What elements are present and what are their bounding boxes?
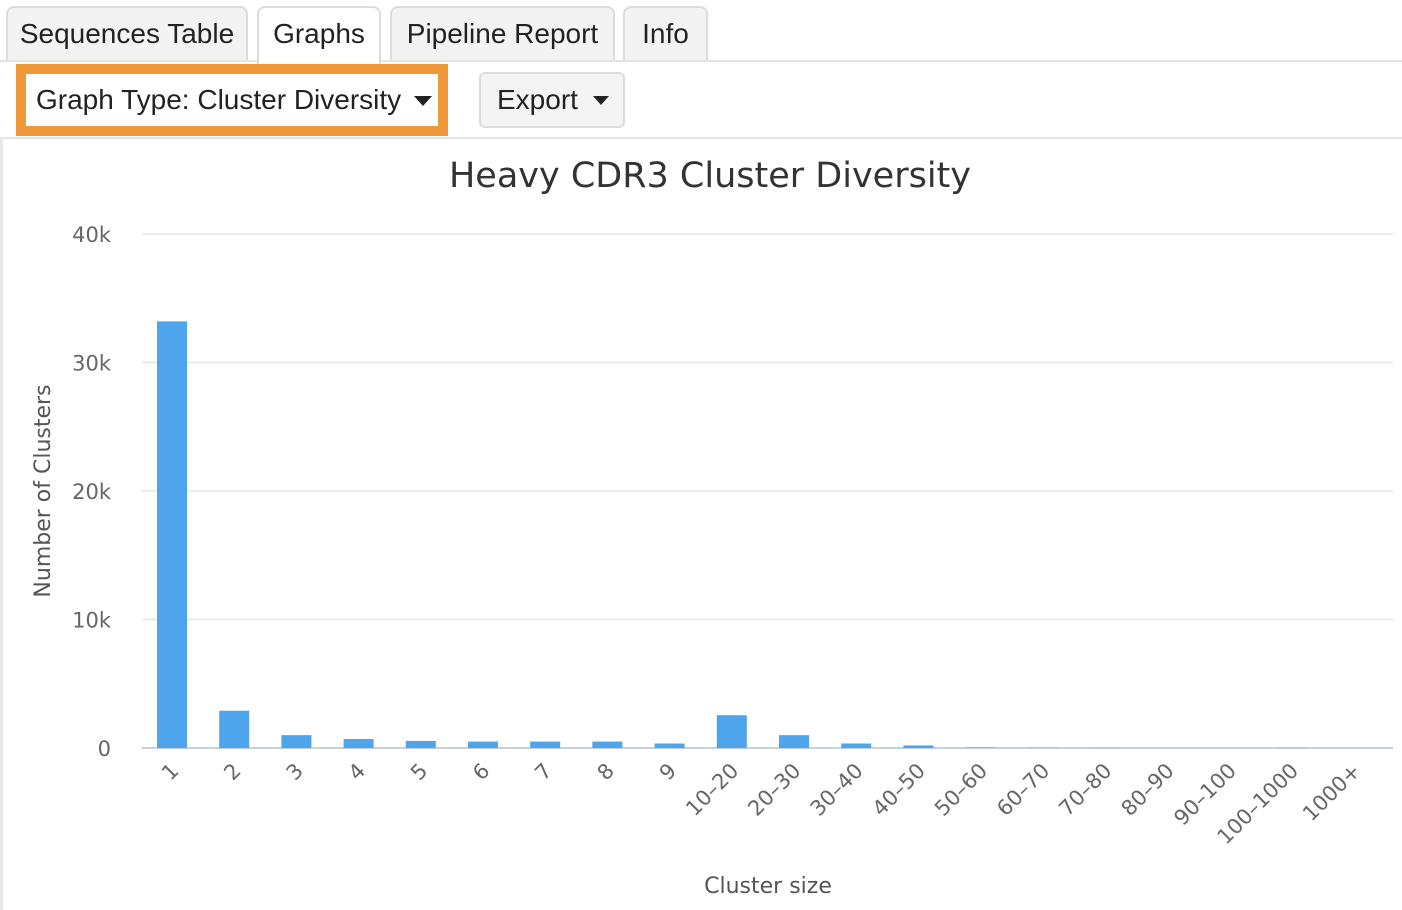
x-tick-label: 1000+ [1298, 759, 1365, 826]
bar-40–50[interactable] [903, 745, 934, 748]
bar-1[interactable] [157, 321, 187, 748]
bar-50–60[interactable] [965, 747, 996, 748]
x-tick-label: 60–70 [992, 759, 1054, 821]
graph-toolbar: Graph Type: Cluster Diversity Export [0, 62, 1402, 138]
x-tick-label: 30–40 [806, 759, 868, 821]
x-tick-label: 7 [530, 759, 556, 785]
x-axis-ticks: 1 2 3 4 5 6 7 8 9 10–20 20–30 30–40 40–50 50–60 60–70 7… [157, 759, 1365, 850]
chevron-down-icon [414, 96, 432, 106]
x-tick-label: 10–20 [681, 759, 743, 821]
bar-3[interactable] [281, 735, 312, 748]
x-tick-label: 6 [468, 759, 494, 785]
tab-bar: Sequences Table Graphs Pipeline Report I… [0, 0, 1402, 64]
bar-10–20[interactable] [716, 715, 747, 748]
export-button[interactable]: Export [479, 72, 625, 128]
x-tick-label: 9 [655, 759, 681, 785]
bar-4[interactable] [343, 739, 374, 748]
bar-30–40[interactable] [841, 743, 872, 748]
bar-9[interactable] [654, 743, 685, 748]
y-tick-label: 30k [72, 352, 112, 376]
x-tick-label: 70–80 [1054, 759, 1116, 821]
x-tick-label: 20–30 [743, 759, 805, 821]
tab-graphs[interactable]: Graphs [257, 6, 381, 64]
chevron-down-icon [593, 96, 609, 105]
x-tick-label: 40–50 [868, 759, 930, 821]
bar-7[interactable] [530, 741, 561, 748]
y-tick-label: 20k [72, 480, 112, 504]
graph-type-dropdown[interactable]: Graph Type: Cluster Diversity [16, 64, 448, 136]
x-tick-label: 2 [219, 759, 245, 785]
bar-2[interactable] [219, 710, 250, 748]
y-tick-label: 0 [98, 737, 111, 761]
bar-6[interactable] [468, 741, 498, 748]
bar-5[interactable] [405, 740, 436, 748]
x-tick-label: 1 [157, 759, 183, 785]
y-tick-label: 40k [72, 223, 112, 247]
x-tick-label: 3 [282, 759, 308, 785]
export-button-label: Export [497, 84, 578, 115]
grid-lines [142, 233, 1393, 749]
x-tick-label: 5 [406, 759, 432, 785]
x-tick-label: 80–90 [1117, 759, 1179, 821]
chart-title: Heavy CDR3 Cluster Diversity [449, 156, 971, 196]
y-axis-ticks: 0 10k 20k 30k 40k [72, 223, 112, 761]
tab-sequences-table[interactable]: Sequences Table [6, 6, 248, 60]
bar-20–30[interactable] [779, 735, 809, 748]
cluster-diversity-chart: 0 10k 20k 30k 40k 1 2 3 4 5 6 7 8 9 10–20 20–30 30–40 40… [31, 156, 1393, 899]
bars [157, 321, 1307, 748]
tab-pipeline-report[interactable]: Pipeline Report [390, 6, 615, 60]
tab-info[interactable]: Info [623, 6, 708, 60]
x-tick-label: 4 [344, 759, 370, 785]
x-axis-label: Cluster size [704, 874, 832, 899]
y-tick-label: 10k [72, 609, 112, 633]
bar-8[interactable] [592, 741, 623, 748]
x-tick-label: 8 [593, 759, 619, 785]
graph-type-label: Graph Type: Cluster Diversity [36, 84, 402, 115]
x-tick-label: 50–60 [930, 759, 992, 821]
y-axis-label: Number of Clusters [31, 384, 56, 597]
